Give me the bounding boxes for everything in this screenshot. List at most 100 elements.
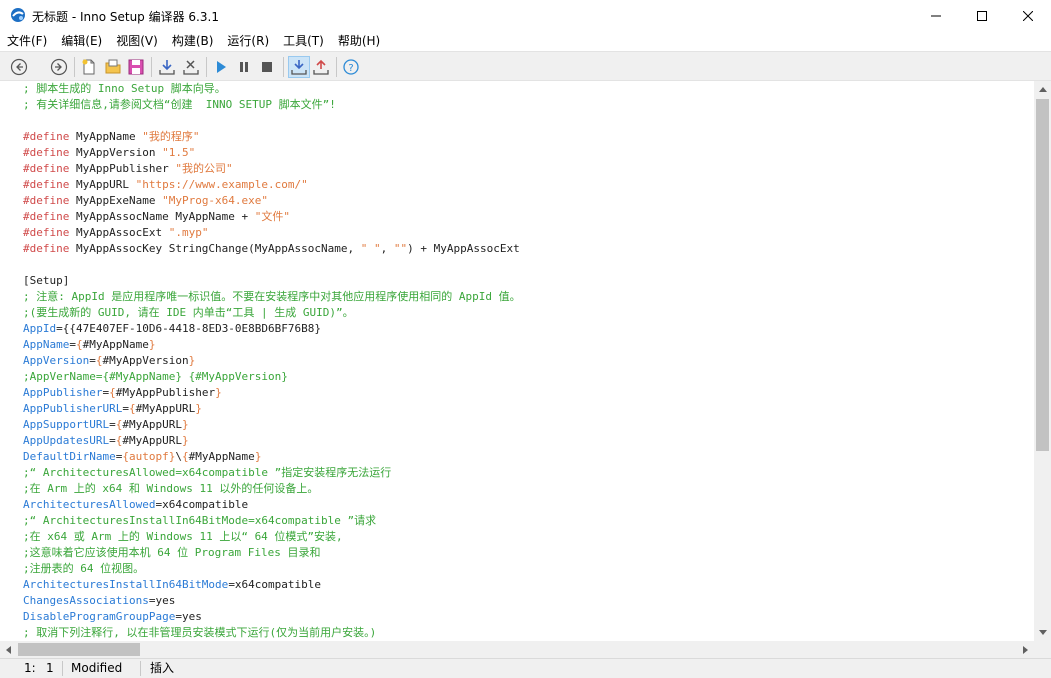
scroll-left-button[interactable] <box>0 641 17 658</box>
stop-compile-button[interactable] <box>180 56 202 78</box>
code-token: = <box>69 338 76 351</box>
menu-view[interactable]: 视图(V) <box>109 31 165 51</box>
code-line[interactable]: ;这意味着它应该使用本机 64 位 Program Files 目录和 <box>23 545 320 561</box>
code-line[interactable]: ;“ ArchitecturesAllowed=x64compatible ”指… <box>23 465 391 481</box>
code-token: {autopf} <box>122 450 176 463</box>
code-line[interactable]: DisableProgramGroupPage=yes <box>23 609 202 625</box>
save-button[interactable] <box>125 56 147 78</box>
code-line[interactable]: AppSupportURL={#MyAppURL} <box>23 417 189 433</box>
scroll-up-button[interactable] <box>1034 81 1051 98</box>
code-line[interactable]: DefaultDirName={autopf}\{#MyAppName} <box>23 449 261 465</box>
code-token: #define <box>23 194 70 207</box>
code-token: MyAppPublisher <box>69 162 176 175</box>
maximize-button[interactable] <box>959 0 1005 31</box>
pause-button[interactable] <box>233 56 255 78</box>
menu-edit[interactable]: 编辑(E) <box>54 31 109 51</box>
code-line[interactable]: #define MyAppPublisher "我的公司" <box>23 161 233 177</box>
code-line[interactable]: AppPublisherURL={#MyAppURL} <box>23 401 202 417</box>
code-line[interactable]: ChangesAssociations=yes <box>23 593 175 609</box>
code-line[interactable]: ;在 x64 或 Arm 上的 Windows 11 上以“ 64 位模式”安装… <box>23 529 343 545</box>
pause-icon <box>240 62 248 72</box>
code-line[interactable]: ; 脚本生成的 Inno Setup 脚本向导。 <box>23 81 226 97</box>
menu-tools[interactable]: 工具(T) <box>276 31 331 51</box>
code-line[interactable]: #define MyAppAssocName MyAppName + "文件" <box>23 209 290 225</box>
compile-button[interactable] <box>156 56 178 78</box>
code-token: MyAppAssocExt <box>69 226 169 239</box>
compile-icon <box>159 60 175 75</box>
help-button[interactable]: ? <box>340 56 362 78</box>
code-token: #define <box>23 226 70 239</box>
scroll-down-button[interactable] <box>1034 624 1051 641</box>
code-token: ; 脚本生成的 Inno Setup 脚本向导。 <box>23 82 226 95</box>
code-token: ArchitecturesInstallIn64BitMode <box>23 578 229 591</box>
scrollbar-corner <box>1034 641 1051 658</box>
help-icon: ? <box>343 59 359 75</box>
minimize-button[interactable] <box>913 0 959 31</box>
code-token: , <box>380 242 394 255</box>
horizontal-scroll-thumb[interactable] <box>18 643 140 656</box>
chevron-right-icon <box>1023 645 1028 654</box>
status-column: 1 <box>46 661 54 675</box>
code-token: #MyAppVersion <box>102 354 189 367</box>
code-editor[interactable]: ; 脚本生成的 Inno Setup 脚本向导。 ; 有关详细信息,请参阅文档“创… <box>0 81 1034 641</box>
code-line[interactable]: ; 有关详细信息,请参阅文档“创建 INNO SETUP 脚本文件”! <box>23 97 336 113</box>
code-line[interactable]: ;“ ArchitecturesInstallIn64BitMode=x64co… <box>23 513 376 529</box>
menu-build[interactable]: 构建(B) <box>165 31 221 51</box>
code-token: #MyAppPublisher <box>115 386 216 399</box>
code-token: #MyAppURL <box>122 418 182 431</box>
stop-compile-icon <box>183 60 199 75</box>
code-line[interactable]: ; 注意: AppId 是应用程序唯一标识值。不要在安装程序中对其他应用程序使用… <box>23 289 521 305</box>
close-button[interactable] <box>1005 0 1051 31</box>
vertical-scrollbar[interactable] <box>1034 81 1051 641</box>
back-button[interactable] <box>8 56 30 78</box>
code-line[interactable]: AppName={#MyAppName} <box>23 337 155 353</box>
code-line[interactable]: #define MyAppExeName "MyProg-x64.exe" <box>23 193 268 209</box>
status-divider <box>140 661 141 676</box>
chevron-left-icon <box>6 645 11 654</box>
code-token: "我的程序" <box>142 130 200 143</box>
stop-button[interactable] <box>256 56 278 78</box>
code-token: ;在 Arm 上的 x64 和 Windows 11 以外的任何设备上。 <box>23 482 319 495</box>
code-line[interactable]: ;AppVerName={#MyAppName} {#MyAppVersion} <box>23 369 288 385</box>
code-line[interactable]: ArchitecturesAllowed=x64compatible <box>23 497 248 513</box>
code-token: ;“ ArchitecturesAllowed=x64compatible ”指… <box>23 466 392 479</box>
code-token: #define <box>23 162 70 175</box>
menu-run[interactable]: 运行(R) <box>220 31 276 51</box>
new-file-button[interactable] <box>78 56 100 78</box>
code-token: =x64compatible <box>228 578 322 591</box>
code-line[interactable]: ;在 Arm 上的 x64 和 Windows 11 以外的任何设备上。 <box>23 481 318 497</box>
code-token: #MyAppURL <box>135 402 196 415</box>
run-button[interactable] <box>210 56 232 78</box>
code-line[interactable]: #define MyAppVersion "1.5" <box>23 145 195 161</box>
menu-file[interactable]: 文件(F) <box>0 31 54 51</box>
code-token: = <box>109 418 116 431</box>
code-line[interactable]: ;(要生成新的 GUID, 请在 IDE 内单击“工具 | 生成 GUID)”。 <box>23 305 354 321</box>
code-line[interactable]: #define MyAppURL "https://www.example.co… <box>23 177 308 193</box>
vertical-scroll-thumb[interactable] <box>1036 99 1049 451</box>
code-line[interactable]: ArchitecturesInstallIn64BitMode=x64compa… <box>23 577 321 593</box>
code-line[interactable]: #define MyAppAssocExt ".myp" <box>23 225 208 241</box>
forward-button[interactable] <box>48 56 70 78</box>
code-token: } <box>215 386 222 399</box>
chevron-up-icon <box>1038 87 1047 92</box>
code-token: [Setup] <box>23 274 70 287</box>
code-line[interactable]: AppId={{47E407EF-10D6-4418-8ED3-0E8BD6BF… <box>23 321 321 337</box>
code-line[interactable]: [Setup] <box>23 273 69 289</box>
code-token: "1.5" <box>162 146 196 159</box>
code-token: ArchitecturesAllowed <box>23 498 156 511</box>
target-uninstall-button[interactable] <box>310 56 332 78</box>
code-token: MyAppName <box>69 130 143 143</box>
code-line[interactable]: #define MyAppName "我的程序" <box>23 129 199 145</box>
menu-help[interactable]: 帮助(H) <box>331 31 387 51</box>
code-line[interactable]: AppPublisher={#MyAppPublisher} <box>23 385 222 401</box>
open-file-button[interactable] <box>102 56 124 78</box>
code-line[interactable]: ;注册表的 64 位视图。 <box>23 561 144 577</box>
scroll-right-button[interactable] <box>1017 641 1034 658</box>
code-line[interactable]: #define MyAppAssocKey StringChange(MyApp… <box>23 241 520 257</box>
horizontal-scrollbar[interactable] <box>0 641 1034 658</box>
code-line[interactable]: AppVersion={#MyAppVersion} <box>23 353 195 369</box>
target-setup-button[interactable] <box>288 56 310 78</box>
code-line[interactable]: AppUpdatesURL={#MyAppURL} <box>23 433 189 449</box>
code-token: "https://www.example.com/" <box>135 178 308 191</box>
code-line[interactable]: ; 取消下列注释行, 以在非管理员安装模式下运行(仅为当前用户安装。) <box>23 625 376 641</box>
